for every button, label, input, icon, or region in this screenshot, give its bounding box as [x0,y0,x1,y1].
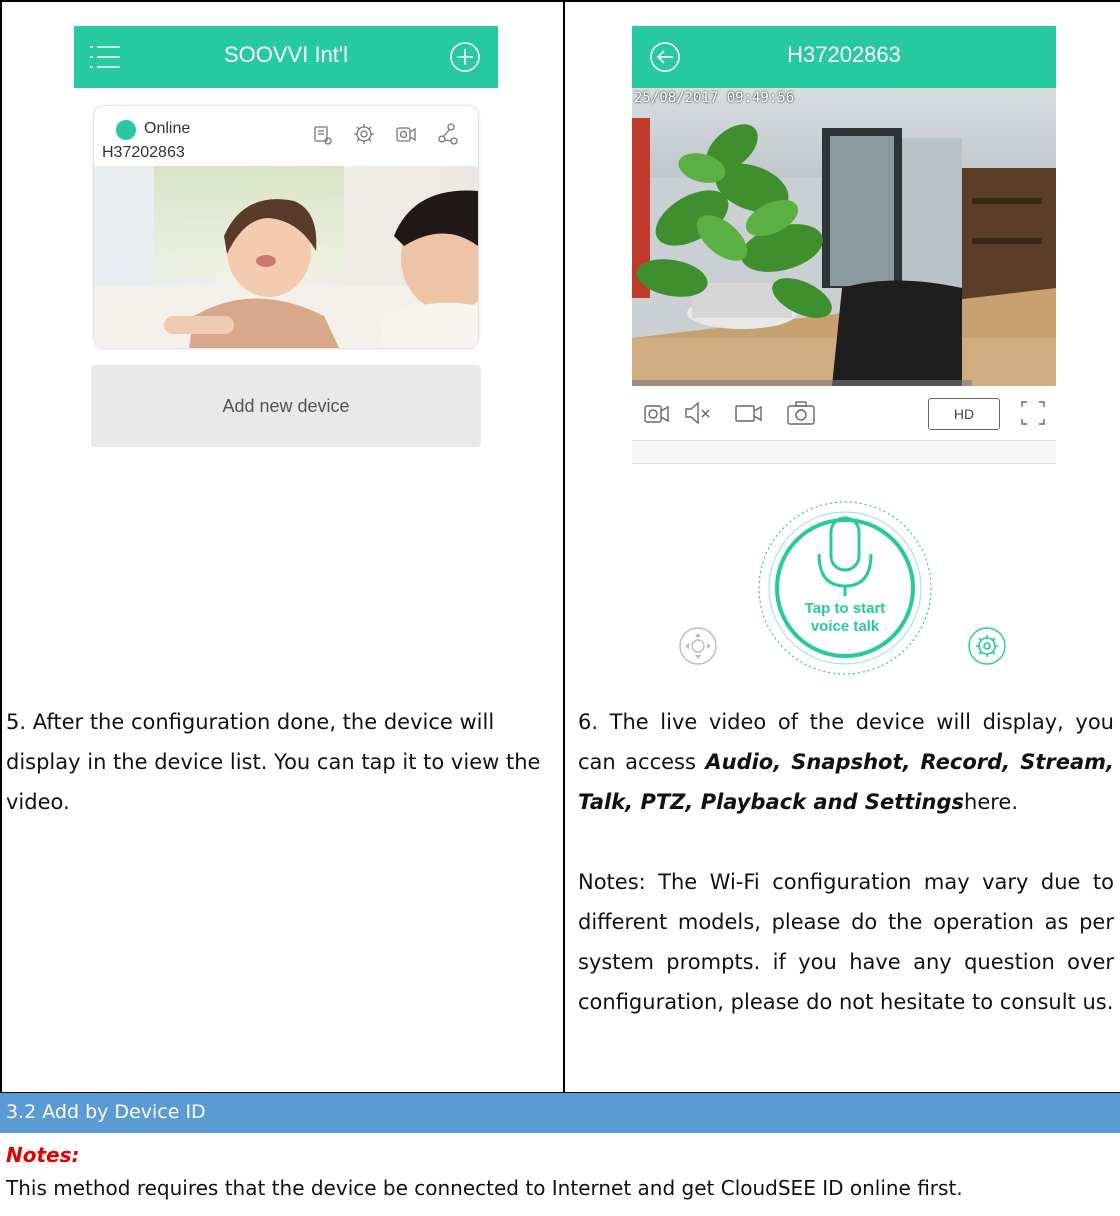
record-video-icon[interactable] [734,398,764,428]
device-thumbnail-photo[interactable] [94,166,478,348]
step6-notes: Notes: The Wi-Fi configuration may vary … [578,870,1114,1014]
table-middle-border [563,0,565,1093]
talk-label-line1: Tap to start [804,600,886,617]
settings-gear-icon[interactable] [967,626,1007,666]
table-top-border [0,0,1120,2]
ptz-control-icon[interactable] [678,626,718,666]
step6-text: 6. The live video of the device will dis… [578,702,1114,822]
online-status-icon [116,120,136,140]
device-status: Online [144,120,191,137]
camera-header: H37202863 [632,26,1056,88]
step6-suffix: here. [964,790,1019,814]
section-header: 3.2 Add by Device ID [0,1093,1120,1133]
divider [632,463,1056,464]
camera-title: H37202863 [787,42,901,67]
alarm-message-icon[interactable] [310,122,334,146]
notes-label: Notes: [6,1143,80,1167]
video-timestamp: 25/08/2017 09:49:56 [634,90,795,106]
app-title: SOOVVI Int'l [223,42,349,67]
share-icon[interactable] [436,122,460,146]
audio-mute-icon[interactable] [682,398,712,428]
card-action-icons [310,122,460,146]
spacer-band [632,441,1056,463]
table-left-border [0,0,2,1093]
live-video-frame [632,88,1056,386]
talk-circle-icon [758,501,932,675]
notes-body: This method requires that the device be … [6,1176,963,1200]
section-title: 3.2 Add by Device ID [6,1101,206,1123]
voice-talk-button[interactable]: Tap to start voice talk [755,498,935,678]
settings-gear-icon[interactable] [352,122,376,146]
app-header: SOOVVI Int'l [74,26,498,88]
step5-text: 5. After the configuration done, the dev… [6,710,541,814]
device-id: H37202863 [102,144,185,161]
add-new-device-button[interactable]: Add new device [91,365,481,447]
playback-camera-icon[interactable] [642,398,672,428]
device-card[interactable]: Online H37202863 [94,106,478,348]
stream-hd-button[interactable]: HD [928,398,1000,430]
fullscreen-icon[interactable] [1018,398,1048,428]
add-plus-icon[interactable] [448,40,482,74]
playback-camera-icon[interactable] [394,122,418,146]
snapshot-camera-icon[interactable] [786,398,816,428]
video-controls-bar: HD [632,386,1056,440]
talk-label-line2: voice talk [810,618,880,635]
live-video-view[interactable]: 25/08/2017 09:49:56 [632,88,1056,386]
